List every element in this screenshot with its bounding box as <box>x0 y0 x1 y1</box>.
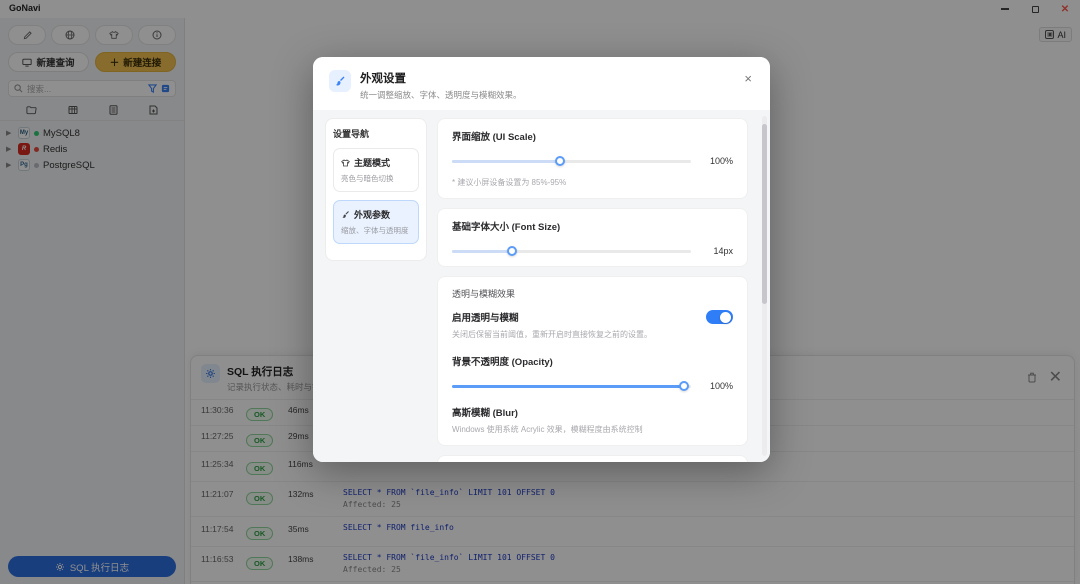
slider-thumb[interactable] <box>554 156 565 166</box>
appearance-settings-modal: 外观设置 统一调整缩放、字体、透明度与模糊效果。 × 设置导航 主题模式 亮色与… <box>313 57 770 462</box>
modal-title: 外观设置 <box>360 73 406 85</box>
brush-icon <box>341 210 350 219</box>
ui-scale-value: 100% <box>709 156 733 166</box>
settings-nav-heading: 设置导航 <box>333 129 370 139</box>
transparency-toggle[interactable] <box>706 310 733 324</box>
settings-content: 界面缩放 (UI Scale) 100% * 建议小屏设备设置为 85%-95%… <box>437 118 756 462</box>
scrollbar-thumb[interactable] <box>762 124 767 304</box>
enable-transparency-desc: 关闭后保留当前阈值，重新开启时直接恢复之前的设置。 <box>452 330 652 339</box>
font-size-card: 基础字体大小 (Font Size) 14px <box>437 208 748 267</box>
slider-thumb[interactable] <box>678 381 689 391</box>
modal-scrollbar[interactable] <box>762 116 767 456</box>
nav-item-appearance-params[interactable]: 外观参数 缩放、字体与透明度 <box>333 200 419 244</box>
effects-heading: 透明与模糊效果 <box>452 289 516 299</box>
shirt-theme-icon <box>341 158 350 167</box>
ui-scale-card: 界面缩放 (UI Scale) 100% * 建议小屏设备设置为 85%-95% <box>437 118 748 199</box>
slider-thumb[interactable] <box>506 246 517 256</box>
nav-item-label: 外观参数 <box>354 210 391 220</box>
table-display-card: 数据表显示 显示数据表竖向分隔线 仅作用于数据表页面 DataGrid，不影响其… <box>437 455 748 462</box>
nav-item-desc: 亮色与暗色切换 <box>341 174 394 183</box>
opacity-label: 背景不透明度 (Opacity) <box>452 357 553 368</box>
settings-nav: 设置导航 主题模式 亮色与暗色切换 外观参数 缩放、字体与透明度 <box>325 118 427 261</box>
effects-card: 透明与模糊效果 启用透明与模糊 关闭后保留当前阈值，重新开启时直接恢复之前的设置… <box>437 276 748 446</box>
ui-scale-note: * 建议小屏设备设置为 85%-95% <box>452 178 567 187</box>
nav-item-theme-mode[interactable]: 主题模式 亮色与暗色切换 <box>333 148 419 192</box>
opacity-value: 100% <box>709 381 733 391</box>
font-size-slider[interactable] <box>452 246 691 256</box>
ui-scale-label: 界面缩放 (UI Scale) <box>452 132 536 143</box>
blur-label: 高斯模糊 (Blur) <box>452 408 518 419</box>
font-size-label: 基础字体大小 (Font Size) <box>452 222 561 233</box>
nav-item-desc: 缩放、字体与透明度 <box>341 226 409 235</box>
close-modal-icon[interactable]: × <box>740 70 756 87</box>
brush-icon <box>329 70 351 92</box>
blur-desc: Windows 使用系统 Acrylic 效果，模糊程度由系统控制 <box>452 425 643 434</box>
enable-transparency-label: 启用透明与模糊 <box>452 313 519 324</box>
nav-item-label: 主题模式 <box>354 158 391 168</box>
ui-scale-slider[interactable] <box>452 156 691 166</box>
font-size-value: 14px <box>713 246 733 256</box>
modal-subtitle: 统一调整缩放、字体、透明度与模糊效果。 <box>360 90 522 100</box>
opacity-slider[interactable] <box>452 381 691 391</box>
